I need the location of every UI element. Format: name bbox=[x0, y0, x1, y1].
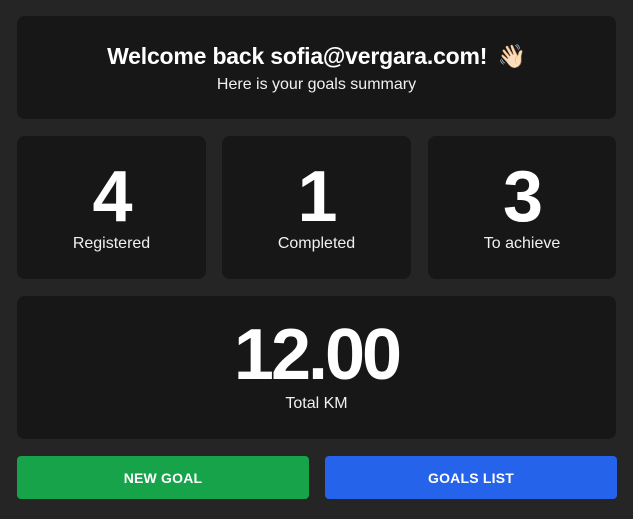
total-km-label: Total KM bbox=[285, 395, 348, 412]
goals-list-button[interactable]: GOALS LIST bbox=[325, 456, 617, 499]
stat-label-registered: Registered bbox=[72, 235, 151, 252]
total-km-card: 12.00 Total KM bbox=[17, 296, 616, 439]
welcome-subtitle: Here is your goals summary bbox=[216, 76, 417, 93]
welcome-card: Welcome back sofia@vergara.com! 👋🏻 Here … bbox=[17, 16, 616, 119]
stat-value-to-achieve: 3 bbox=[502, 157, 543, 237]
stat-card-completed: 1 Completed bbox=[222, 136, 411, 279]
stat-value-completed: 1 bbox=[297, 157, 337, 237]
stat-label-completed: Completed bbox=[277, 235, 356, 252]
stat-value-registered: 4 bbox=[92, 157, 132, 237]
waving-hand-icon: 👋🏻 bbox=[497, 43, 526, 69]
stat-card-to-achieve: 3 To achieve bbox=[428, 136, 616, 279]
stat-label-to-achieve: To achieve bbox=[483, 235, 561, 252]
welcome-title: Welcome back sofia@vergara.com! 👋🏻 bbox=[17, 43, 616, 70]
stat-card-registered: 4 Registered bbox=[17, 136, 206, 279]
new-goal-button[interactable]: NEW GOAL bbox=[17, 456, 309, 499]
welcome-title-text: Welcome back sofia@vergara.com! bbox=[107, 43, 488, 69]
total-km-value: 12.00 bbox=[233, 315, 402, 395]
